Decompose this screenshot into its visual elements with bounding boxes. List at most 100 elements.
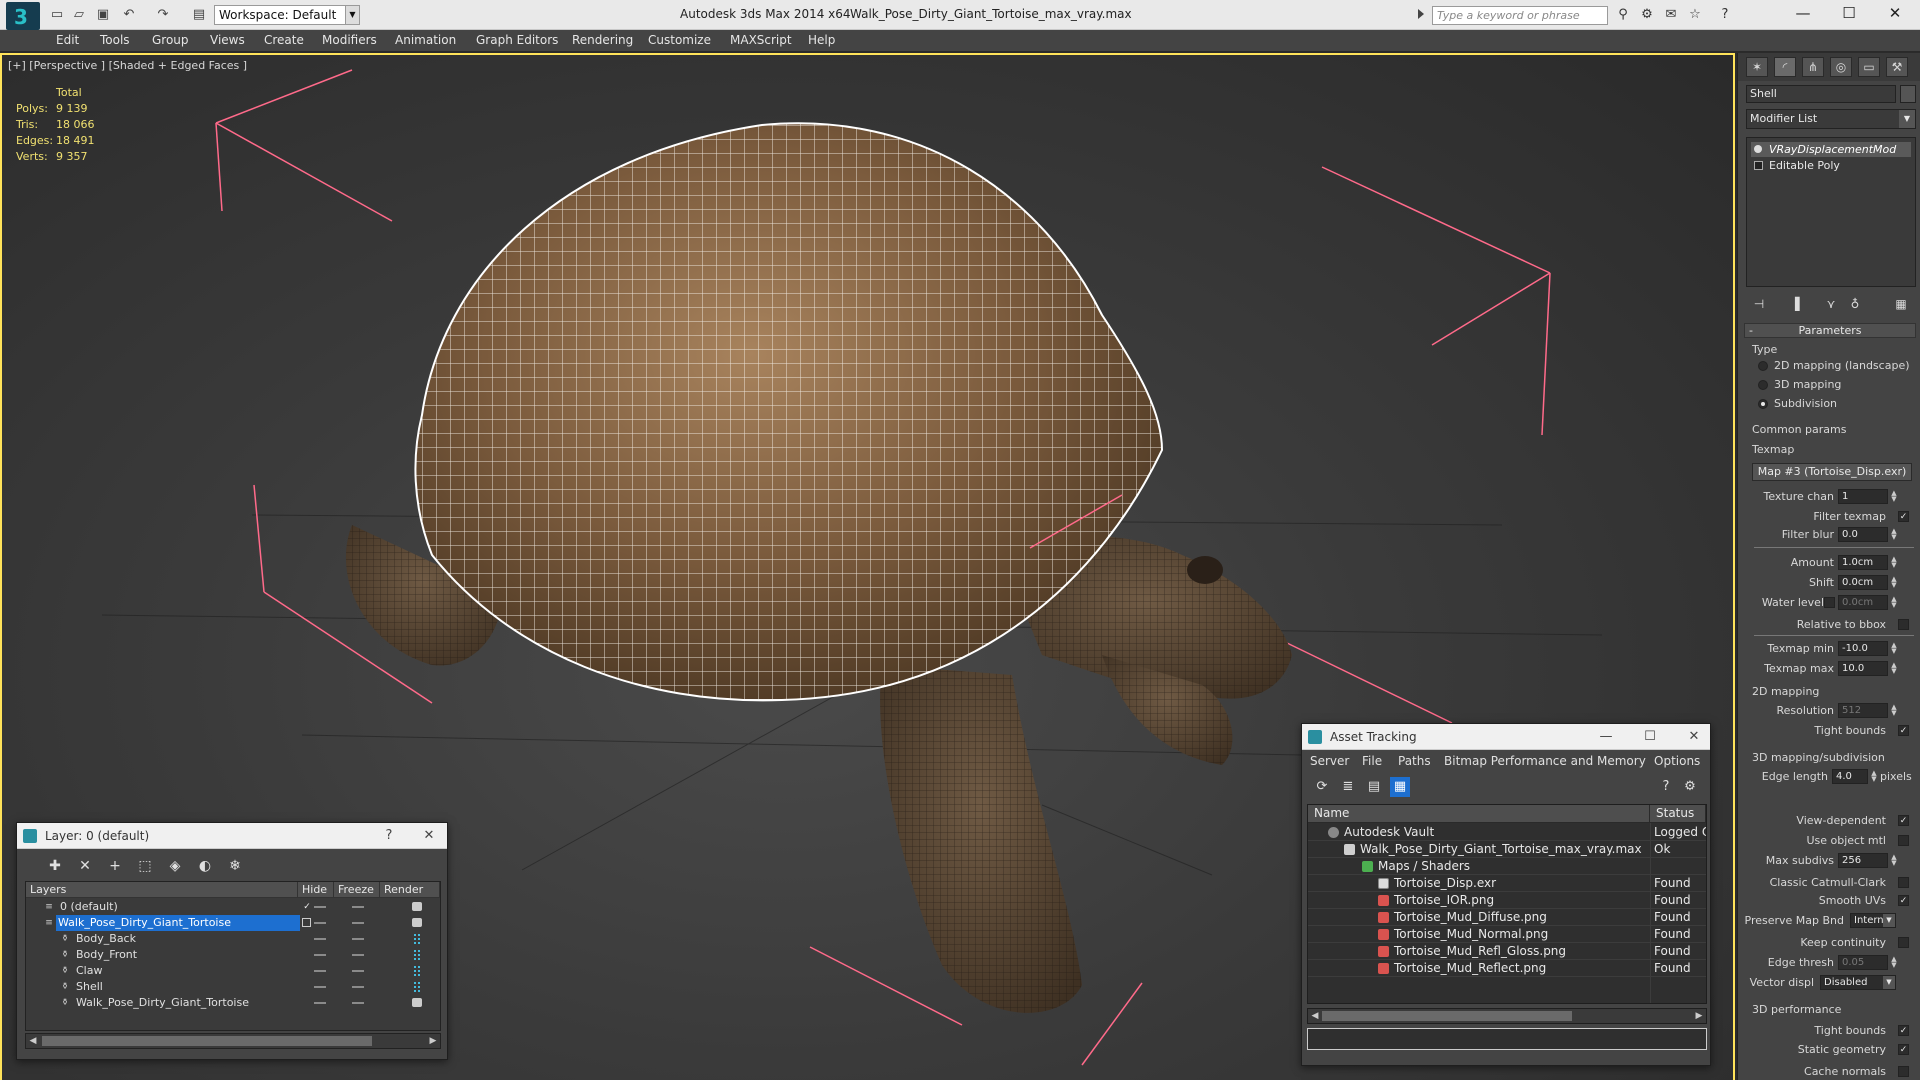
delete-layer-icon[interactable]: ✕	[75, 856, 95, 876]
modifier-list-dropdown[interactable]: Modifier List ▼	[1746, 109, 1916, 129]
column-header-freeze[interactable]: Freeze	[334, 882, 380, 898]
app-logo-button[interactable]: 3	[6, 2, 40, 30]
hide-toggle[interactable]	[314, 986, 326, 988]
layer-object-row[interactable]: ⚱ Shell	[26, 979, 440, 995]
edge-thresh-spinner[interactable]: 0.05	[1838, 955, 1888, 970]
scroll-left-icon[interactable]: ◀	[26, 1034, 40, 1048]
freeze-toggle[interactable]	[352, 970, 364, 972]
water-level-checkbox[interactable]	[1824, 597, 1835, 608]
minimize-window-icon[interactable]: —	[1780, 0, 1826, 26]
parameters-rollout-header[interactable]: - Parameters	[1744, 323, 1916, 338]
create-layer-icon[interactable]: ✚	[45, 856, 65, 876]
freeze-toggle[interactable]	[352, 954, 364, 956]
render-dots-icon[interactable]	[414, 934, 420, 944]
create-tab-icon[interactable]: ✶	[1746, 57, 1768, 77]
menu-group[interactable]: Group	[152, 33, 189, 47]
list-view-icon[interactable]: ≣	[1338, 777, 1358, 797]
minimize-icon[interactable]: —	[1594, 727, 1618, 747]
asset-menu-options[interactable]: Options	[1654, 754, 1700, 768]
asset-row[interactable]: Walk_Pose_Dirty_Giant_Tortoise_max_vray.…	[1308, 841, 1706, 858]
close-icon[interactable]: ✕	[1682, 727, 1706, 747]
freeze-toggle[interactable]	[352, 986, 364, 988]
help-button[interactable]: ?	[377, 826, 401, 846]
freeze-toggle[interactable]	[352, 1002, 364, 1004]
freeze-toggle[interactable]	[352, 922, 364, 924]
spinner-arrows-icon[interactable]: ▲ ▼	[1890, 556, 1898, 569]
scrollbar-thumb[interactable]	[42, 1036, 372, 1046]
spinner-arrows-icon[interactable]: ▲ ▼	[1890, 956, 1898, 969]
column-header-hide[interactable]: Hide	[298, 882, 334, 898]
cache-normals-checkbox[interactable]	[1898, 1066, 1909, 1077]
filter-blur-spinner[interactable]: 0.0	[1838, 527, 1888, 542]
close-window-icon[interactable]: ✕	[1872, 0, 1918, 26]
layer-object-row[interactable]: ⚱ Walk_Pose_Dirty_Giant_Tortoise	[26, 995, 440, 1011]
menu-help[interactable]: Help	[808, 33, 835, 47]
menu-create[interactable]: Create	[264, 33, 304, 47]
project-folder-icon[interactable]: ▤	[190, 6, 208, 24]
spinner-arrows-icon[interactable]: ▲ ▼	[1890, 596, 1898, 609]
tight-bounds-checkbox[interactable]: ✓	[1898, 725, 1909, 736]
vector-displ-dropdown[interactable]: Disabled ▼	[1820, 975, 1896, 990]
scroll-right-icon[interactable]: ▶	[426, 1034, 440, 1048]
asset-row[interactable]: Autodesk Vault Logged O	[1308, 824, 1706, 841]
utilities-tab-icon[interactable]: ⚒	[1886, 57, 1908, 77]
search-input[interactable]: Type a keyword or phrase	[1432, 6, 1608, 25]
expand-box-icon[interactable]	[1754, 161, 1763, 170]
motion-tab-icon[interactable]: ◎	[1830, 57, 1852, 77]
add-to-layer-icon[interactable]: +	[105, 856, 125, 876]
preserve-map-bnd-dropdown[interactable]: Intern ▼	[1850, 913, 1896, 928]
close-icon[interactable]: ✕	[417, 826, 441, 846]
edge-length-spinner[interactable]: 4.0	[1832, 769, 1868, 784]
render-teapot-icon[interactable]	[412, 998, 422, 1007]
use-object-mtl-checkbox[interactable]	[1898, 835, 1909, 846]
render-dots-icon[interactable]	[414, 982, 420, 992]
stack-item-vray-displacement[interactable]: VRayDisplacementMod	[1751, 142, 1911, 157]
open-file-icon[interactable]: ▱	[70, 6, 88, 24]
texmap-min-spinner[interactable]: -10.0	[1838, 641, 1888, 656]
maximize-icon[interactable]: ☐	[1638, 727, 1662, 747]
amount-spinner[interactable]: 1.0cm	[1838, 555, 1888, 570]
search-expand-icon[interactable]	[1418, 9, 1424, 19]
shift-spinner[interactable]: 0.0cm	[1838, 575, 1888, 590]
layer-object-row[interactable]: ⚱ Body_Back	[26, 931, 440, 947]
hide-toggle[interactable]	[314, 938, 326, 940]
menu-maxscript[interactable]: MAXScript	[730, 33, 792, 47]
layer-dialog-titlebar[interactable]: Layer: 0 (default) ? ✕	[17, 823, 447, 849]
classic-catmull-checkbox[interactable]	[1898, 877, 1909, 888]
layer-object-row[interactable]: ⚱ Claw	[26, 963, 440, 979]
stack-item-editable-poly[interactable]: Editable Poly	[1751, 158, 1911, 173]
spinner-arrows-icon[interactable]: ▲ ▼	[1890, 642, 1898, 655]
keep-continuity-checkbox[interactable]	[1898, 937, 1909, 948]
asset-menu-server[interactable]: Server	[1310, 754, 1349, 768]
spinner-arrows-icon[interactable]: ▲ ▼	[1890, 704, 1898, 717]
menu-views[interactable]: Views	[210, 33, 245, 47]
resolution-spinner[interactable]: 512	[1838, 703, 1888, 718]
spinner-arrows-icon[interactable]: ▲ ▼	[1890, 576, 1898, 589]
binoculars-icon[interactable]: ⚲	[1614, 7, 1632, 23]
viewport-label[interactable]: [+] [Perspective ] [Shaded + Edged Faces…	[8, 59, 247, 72]
column-header-layers[interactable]: Layers	[26, 882, 298, 898]
lightbulb-icon[interactable]	[1754, 145, 1762, 153]
layer-horizontal-scrollbar[interactable]: ◀ ▶	[25, 1033, 441, 1049]
remove-modifier-icon[interactable]: ♁	[1846, 295, 1864, 313]
context-help-icon[interactable]: ⚙	[1680, 777, 1700, 797]
layer-object-row[interactable]: ⚱ Body_Front	[26, 947, 440, 963]
freeze-toggle[interactable]	[352, 906, 364, 908]
column-header-name[interactable]: Name	[1308, 805, 1650, 823]
layer-row[interactable]: ≡ Walk_Pose_Dirty_Giant_Tortoise	[26, 915, 440, 931]
freeze-all-icon[interactable]: ❄	[225, 856, 245, 876]
asset-path-field[interactable]	[1307, 1028, 1707, 1050]
asset-menu-paths[interactable]: Paths	[1398, 754, 1431, 768]
undo-icon[interactable]: ↶	[120, 6, 138, 24]
asset-row[interactable]: Tortoise_IOR.png Found	[1308, 892, 1706, 909]
save-file-icon[interactable]: ▣	[94, 6, 112, 24]
object-name-field[interactable]: Shell	[1746, 85, 1896, 103]
hide-toggle[interactable]	[314, 1002, 326, 1004]
asset-row[interactable]: Tortoise_Mud_Reflect.png Found	[1308, 960, 1706, 977]
set-active-box-icon[interactable]	[302, 918, 311, 927]
spinner-arrows-icon[interactable]: ▲ ▼	[1890, 490, 1898, 503]
relative-bbox-checkbox[interactable]	[1898, 619, 1909, 630]
refresh-icon[interactable]: ⟳	[1312, 777, 1332, 797]
asset-row[interactable]: Tortoise_Mud_Refl_Gloss.png Found	[1308, 943, 1706, 960]
modify-tab-icon[interactable]: ◜	[1774, 57, 1796, 77]
